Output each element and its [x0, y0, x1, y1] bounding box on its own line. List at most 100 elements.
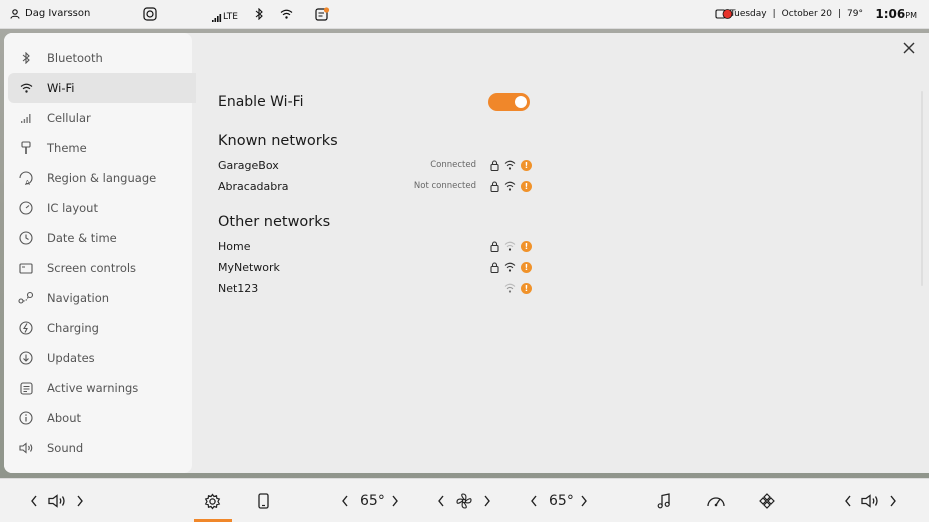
- sidebar-item-label: Active warnings: [47, 381, 139, 395]
- chevron-left-icon: [342, 495, 348, 507]
- volume-down-left-button[interactable]: [30, 491, 38, 511]
- clock-time: 1:06: [875, 7, 906, 21]
- media-button[interactable]: [657, 491, 671, 511]
- sidebar-item-theme[interactable]: Theme: [4, 133, 192, 163]
- volume-icon: [48, 491, 68, 511]
- bluetooth-icon: [18, 50, 34, 66]
- sidebar-item-label: Updates: [47, 351, 95, 365]
- status-bar: Dag Ivarsson LTE Tuesday | October 20 | …: [0, 0, 929, 29]
- volume-up-left-button[interactable]: [76, 491, 84, 511]
- known-networks-title: Known networks: [218, 133, 338, 149]
- sidebar-item-label: Wi-Fi: [47, 81, 75, 95]
- wifi-status-icon: [280, 6, 293, 22]
- wifi-signal-icon: [504, 159, 516, 171]
- svg-text:A: A: [25, 179, 30, 186]
- sidebar-item-wifi[interactable]: Wi-Fi: [8, 73, 196, 103]
- wifi-icon: [18, 80, 34, 96]
- sidebar-item-label: Theme: [47, 141, 87, 155]
- fan-icon[interactable]: [456, 491, 472, 511]
- close-icon: [903, 42, 915, 54]
- sidebar-item-region-language[interactable]: A Region & language: [4, 163, 192, 193]
- phone-icon: [258, 493, 269, 509]
- network-row-mynetwork[interactable]: MyNetwork !: [218, 257, 532, 277]
- user-icon: [10, 8, 20, 19]
- clock-icon: [18, 230, 34, 246]
- wifi-settings-content: Enable Wi-Fi Known networks GarageBox Co…: [218, 33, 929, 473]
- camera-icon[interactable]: [143, 6, 157, 22]
- volume-down-right-button[interactable]: [844, 491, 852, 511]
- settings-button[interactable]: [204, 491, 221, 511]
- chevron-left-icon: [31, 495, 37, 507]
- chevron-left-icon: [531, 495, 537, 507]
- network-info-button[interactable]: !: [521, 261, 532, 273]
- sidebar-item-label: Region & language: [47, 171, 157, 185]
- date-date: October 20: [781, 9, 832, 19]
- outside-temperature: 79°: [847, 9, 863, 19]
- chevron-left-icon: [845, 495, 851, 507]
- enable-wifi-label: Enable Wi-Fi: [218, 94, 304, 110]
- sidebar-item-date-time[interactable]: Date & time: [4, 223, 192, 253]
- info-icon: [18, 410, 34, 426]
- sidebar-item-about[interactable]: About: [4, 403, 192, 433]
- sidebar-item-cellular[interactable]: Cellular: [4, 103, 192, 133]
- phone-button[interactable]: [258, 491, 269, 511]
- updates-icon: [18, 350, 34, 366]
- cellular-icon: [18, 110, 34, 126]
- profile[interactable]: Dag Ivarsson: [10, 8, 90, 19]
- network-row-net123[interactable]: Net123 !: [218, 278, 532, 298]
- volume-icon: [861, 491, 881, 511]
- fan-up-button[interactable]: [483, 491, 491, 511]
- apps-grid-icon: [759, 493, 775, 509]
- clock-suffix: PM: [905, 11, 917, 20]
- chevron-right-icon: [890, 495, 896, 507]
- notifications-icon[interactable]: [315, 6, 330, 22]
- close-button[interactable]: [901, 40, 917, 56]
- network-info-button[interactable]: !: [521, 180, 532, 192]
- gauge-icon: [18, 200, 34, 216]
- network-info-button[interactable]: !: [521, 282, 532, 294]
- passenger-temp-down-button[interactable]: [530, 491, 538, 511]
- network-name: Abracadabra: [218, 179, 289, 193]
- other-networks-title: Other networks: [218, 214, 331, 230]
- speedometer-icon: [707, 497, 725, 507]
- sidebar-item-updates[interactable]: Updates: [4, 343, 192, 373]
- screen-icon: [18, 260, 34, 276]
- signal-label: LTE: [223, 12, 238, 22]
- scrollbar[interactable]: [921, 91, 923, 286]
- network-row-garagebox[interactable]: GarageBox Connected !: [218, 155, 532, 175]
- network-name: MyNetwork: [218, 260, 280, 274]
- driver-temp-down-button[interactable]: [341, 491, 349, 511]
- sidebar-item-sound[interactable]: Sound: [4, 433, 192, 463]
- sidebar-item-bluetooth[interactable]: Bluetooth: [4, 43, 192, 73]
- fan-down-button[interactable]: [437, 491, 445, 511]
- lock-icon: [488, 180, 500, 192]
- wifi-signal-weak-icon: [504, 282, 516, 294]
- network-info-button[interactable]: !: [521, 159, 532, 171]
- driver-temp-up-button[interactable]: [391, 491, 399, 511]
- driving-mode-button[interactable]: [706, 491, 726, 511]
- sidebar-item-label: About: [47, 411, 82, 425]
- toggle-knob: [515, 96, 527, 108]
- passenger-temperature: 65°: [549, 493, 574, 509]
- sidebar-item-ic-layout[interactable]: IC layout: [4, 193, 192, 223]
- apps-button[interactable]: [759, 491, 775, 511]
- lock-icon: [488, 240, 500, 252]
- enable-wifi-toggle[interactable]: [488, 93, 530, 111]
- passenger-temp-up-button[interactable]: [580, 491, 588, 511]
- bottom-dock: 65° 65°: [0, 478, 929, 522]
- date-day: Tuesday: [729, 9, 767, 19]
- network-name: GarageBox: [218, 158, 279, 172]
- network-row-home[interactable]: Home !: [218, 236, 532, 256]
- sidebar-item-label: Navigation: [47, 291, 110, 305]
- sidebar-item-label: Sound: [47, 441, 84, 455]
- network-row-abracadabra[interactable]: Abracadabra Not connected !: [218, 176, 532, 196]
- settings-panel: Bluetooth Wi-Fi Cellular Theme A Region …: [4, 33, 929, 473]
- sidebar-item-navigation[interactable]: Navigation: [4, 283, 192, 313]
- sidebar-item-screen-controls[interactable]: Screen controls: [4, 253, 192, 283]
- volume-up-right-button[interactable]: [889, 491, 897, 511]
- sidebar-item-label: Charging: [47, 321, 99, 335]
- sidebar-item-active-warnings[interactable]: Active warnings: [4, 373, 192, 403]
- network-info-button[interactable]: !: [521, 240, 532, 252]
- language-icon: A: [18, 170, 34, 186]
- sidebar-item-charging[interactable]: Charging: [4, 313, 192, 343]
